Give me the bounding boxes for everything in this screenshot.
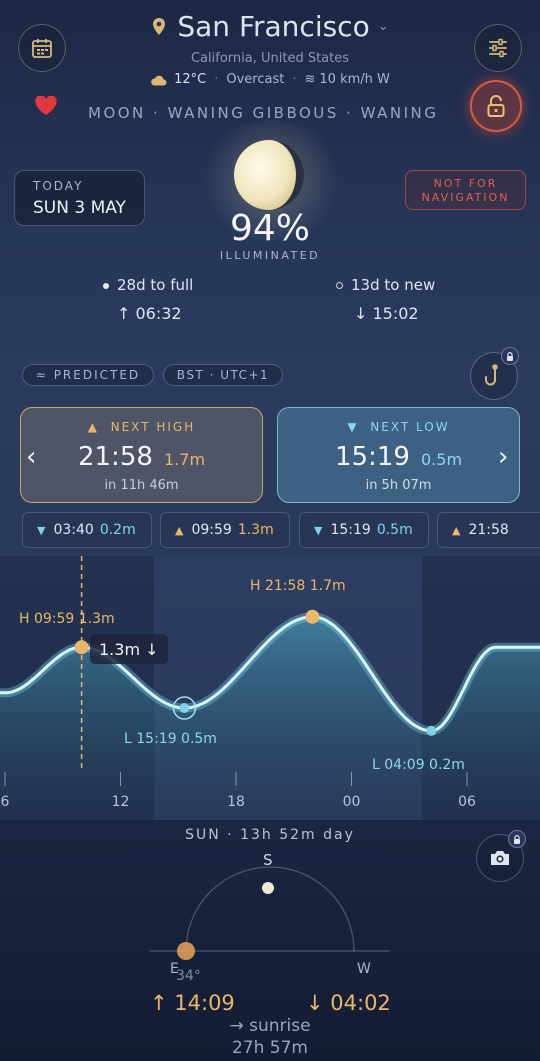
low-tide-icon: ▼	[37, 523, 46, 537]
axis-tick-label: 12	[112, 794, 130, 810]
days-to-full: 28d to full	[103, 276, 193, 294]
illuminated-label: ILLUMINATED	[219, 249, 321, 262]
next-high-height: 1.7m	[164, 450, 206, 469]
next-low-height: 0.5m	[421, 450, 463, 469]
next-high-card[interactable]: ▲ NEXT HIGH 21:58 1.7m in 11h 46m	[20, 407, 263, 503]
next-low-card[interactable]: ▼ NEXT LOW 15:19 0.5m in 5h 07m	[277, 407, 520, 503]
sun-arc	[150, 866, 390, 960]
next-high-value: 21:58 1.7m	[21, 442, 262, 472]
sunset-time: ↓ 04:02	[306, 991, 391, 1015]
favorite-heart-icon[interactable]	[34, 96, 58, 116]
timezone-badge: BST · UTC+1	[163, 364, 283, 386]
next-low-value: 15:19 0.5m	[278, 442, 519, 472]
sun-position-dot	[177, 942, 195, 960]
next-low-eta: in 5h 07m	[365, 478, 432, 493]
high-tide-marker	[74, 640, 89, 655]
current-height-tooltip: 1.3m ↓	[90, 634, 168, 664]
high-tide-marker	[305, 609, 320, 624]
moon-icon	[234, 140, 304, 210]
previous-arrow-icon[interactable]: ‹	[26, 444, 36, 470]
low-tide-icon: ▼	[314, 523, 323, 537]
tide-chip[interactable]: ▼ 03:40 0.2m	[22, 512, 152, 548]
city-name: San Francisco	[177, 10, 370, 43]
region-name: California, United States	[190, 51, 350, 66]
axis-tick-label: 06	[458, 794, 476, 810]
wind-speed: 10 km/h W	[319, 72, 390, 87]
up-triangle-icon: ▲	[87, 420, 99, 434]
navigation-warning-badge: NOT FOR NAVIGATION	[405, 170, 526, 210]
location-pin-icon	[153, 17, 166, 35]
next-sun-event-countdown: 27h 57m	[231, 1038, 308, 1058]
temperature: 12°C	[174, 72, 207, 87]
lock-badge-icon	[508, 830, 526, 848]
west-label: W	[357, 961, 371, 977]
axis-tick-label: 00	[343, 794, 361, 810]
axis-tick-label: 18	[227, 794, 245, 810]
location-selector[interactable]: San Francisco ⌄	[0, 10, 540, 43]
next-high-time: 21:58	[77, 442, 153, 472]
tide-chip[interactable]: ▲ 21:58	[437, 512, 540, 548]
low-tide-label-2: L 04:09 0.2m	[372, 757, 465, 773]
low-tide-marker	[426, 725, 437, 736]
high-tide-label-2: H 21:58 1.7m	[250, 578, 346, 594]
south-label: S	[263, 851, 273, 869]
next-sun-event-label: → sunrise	[229, 1016, 311, 1036]
tide-chart[interactable]: 6 12 18 00 06	[0, 556, 540, 820]
fishing-button[interactable]	[470, 347, 519, 400]
tide-chip[interactable]: ▲ 09:59 1.3m	[160, 512, 290, 548]
days-to-new: 13d to new	[336, 276, 435, 294]
moon-position-dot	[262, 882, 274, 894]
tide-chip[interactable]: ▼ 15:19 0.5m	[299, 512, 429, 548]
camera-icon	[491, 851, 509, 865]
low-tide-marker	[179, 703, 190, 713]
warning-line-1: NOT FOR	[433, 177, 498, 190]
warning-line-2: NAVIGATION	[421, 191, 510, 204]
weather-condition: Overcast	[226, 72, 285, 87]
illumination-percent: 94%	[229, 208, 310, 249]
sun-angle: 34°	[176, 968, 201, 984]
full-moon-dot-icon	[103, 282, 109, 289]
weather-row: 12°C · Overcast · ≋ 10 km/h W	[0, 72, 540, 87]
next-arrow-icon[interactable]: ›	[498, 444, 508, 470]
next-low-time: 15:19	[334, 442, 410, 472]
predicted-badge: ≈ PREDICTED	[22, 364, 154, 386]
fish-hook-icon	[485, 364, 498, 386]
date-label: TODAY	[33, 179, 84, 193]
next-low-label: ▼ NEXT LOW	[347, 420, 450, 434]
sunrise-time: ↑ 14:09	[150, 991, 235, 1015]
lock-button[interactable]	[470, 80, 522, 132]
lock-badge-icon	[501, 347, 519, 365]
moonrise-time: ↑ 06:32	[117, 304, 182, 323]
new-moon-dot-icon	[336, 282, 343, 289]
next-high-eta: in 11h 46m	[104, 478, 179, 493]
chevron-down-icon: ⌄	[377, 19, 389, 34]
camera-button[interactable]	[476, 830, 526, 882]
low-tide-label-1: L 15:19 0.5m	[124, 731, 217, 747]
unlock-icon	[487, 95, 505, 117]
axis-tick-label: 6	[1, 794, 10, 810]
cloud-icon	[151, 75, 167, 85]
next-high-label: ▲ NEXT HIGH	[87, 420, 196, 434]
high-tide-icon: ▲	[452, 523, 461, 537]
moonset-time: ↓ 15:02	[354, 304, 419, 323]
wind-icon: ≋	[304, 72, 316, 87]
sun-title: SUN · 13h 52m day	[185, 827, 355, 843]
high-tide-label-1: H 09:59 1.3m	[19, 611, 115, 627]
down-triangle-icon: ▼	[347, 420, 359, 434]
high-tide-icon: ▲	[175, 523, 184, 537]
